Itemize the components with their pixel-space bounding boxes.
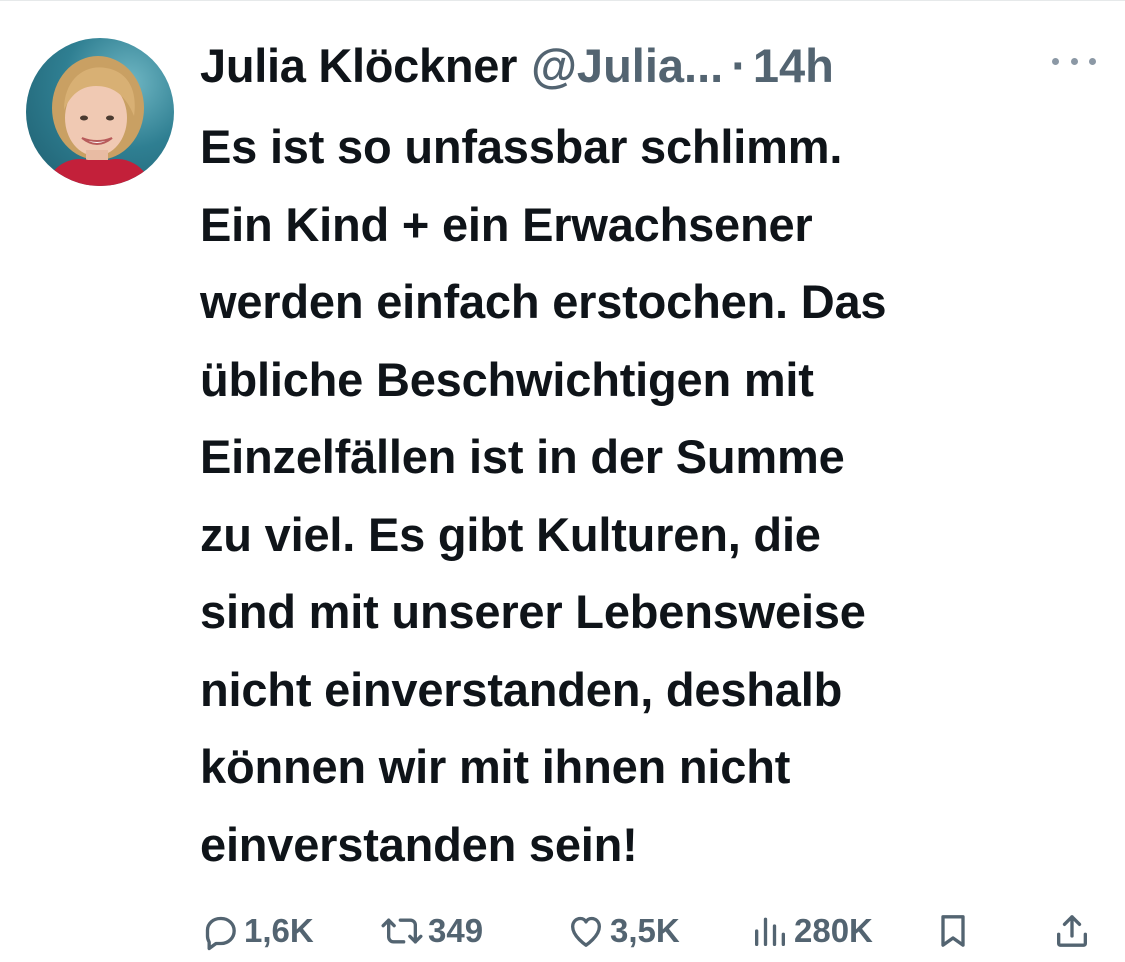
like-button[interactable]: 3,5K: [566, 900, 680, 962]
share-button[interactable]: [1052, 900, 1092, 962]
tweet-text-line: können wir mit ihnen nicht: [200, 740, 791, 793]
tweet-actions-bar: 1,6K 349 3,5K 280K: [200, 900, 1100, 962]
views-button[interactable]: 280K: [750, 900, 873, 962]
retweet-icon: [381, 918, 423, 944]
more-horizontal-icon-dot: [1052, 57, 1059, 65]
header-separator: ·: [731, 39, 747, 92]
reply-icon: [205, 916, 236, 951]
tweet-text-line: Einzelfällen ist in der Summe: [200, 430, 845, 483]
tweet-text-line: übliche Beschwichtigen mit: [200, 352, 814, 406]
bookmark-button[interactable]: [933, 900, 973, 962]
top-divider: [0, 0, 1125, 1]
bookmark-icon: [941, 915, 965, 947]
reply-count: 1,6K: [244, 912, 314, 949]
retweet-button[interactable]: 349: [380, 900, 483, 962]
retweet-count: 349: [428, 912, 484, 949]
share-icon: [1057, 915, 1087, 947]
tweet-text-line: Es ist so unfassbar schlimm.: [200, 120, 843, 173]
views-icon: [755, 917, 785, 946]
author-display-name[interactable]: Julia Klöckner: [200, 36, 517, 96]
profile-photo-icon: [46, 56, 152, 186]
more-options-button[interactable]: [1052, 46, 1096, 76]
avatar[interactable]: [26, 38, 174, 186]
tweet-timestamp[interactable]: 14h: [753, 36, 834, 96]
author-handle[interactable]: @Julia...: [531, 36, 723, 96]
reply-button[interactable]: 1,6K: [200, 900, 314, 962]
more-horizontal-icon-dot: [1089, 57, 1096, 65]
tweet-text-line: nicht einverstanden, deshalb: [200, 662, 843, 716]
tweet-text-line: werden einfach erstochen. Das: [200, 275, 887, 328]
tweet-text-line: sind mit unserer Lebensweise: [200, 585, 866, 638]
tweet-text-line: zu viel. Es gibt Kulturen, die: [200, 507, 821, 561]
tweet-text: Es ist so unfassbar schlimm. Ein Kind + …: [200, 108, 1110, 883]
views-count: 280K: [794, 912, 873, 949]
tweet-text-line: Ein Kind + ein Erwachsener: [200, 197, 813, 251]
tweet-text-line: einverstanden sein!: [200, 817, 638, 871]
tweet-header: Julia Klöckner @Julia... · 14h: [200, 36, 1100, 96]
heart-icon: [571, 916, 601, 947]
more-horizontal-icon-dot: [1070, 57, 1078, 65]
like-count: 3,5K: [610, 912, 680, 949]
